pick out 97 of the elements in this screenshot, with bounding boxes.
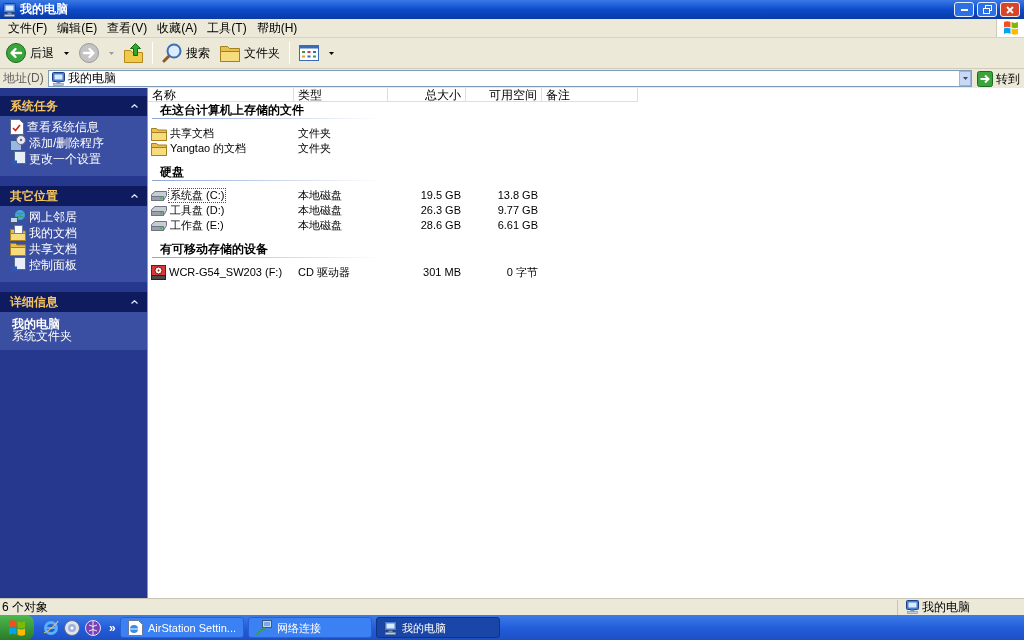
- network-icon: [256, 619, 272, 636]
- minimize-icon: [960, 8, 968, 11]
- status-location: 我的电脑: [922, 599, 970, 615]
- file-type: 本地磁盘: [298, 189, 342, 202]
- computer-icon: [384, 620, 397, 635]
- details-name: 我的电脑: [12, 318, 60, 330]
- hard-drive-icon: [151, 190, 167, 201]
- free-space: 0 字节: [506, 266, 538, 279]
- file-type: 本地磁盘: [298, 204, 342, 217]
- task-link[interactable]: 控制面板: [10, 257, 77, 273]
- hard-drive-icon: [151, 220, 167, 231]
- column-header[interactable]: 类型: [294, 88, 388, 102]
- back-button[interactable]: 后退: [4, 40, 71, 66]
- cd-drive-icon: [151, 265, 166, 280]
- column-header[interactable]: 总大小: [388, 88, 466, 102]
- task-link[interactable]: 网上邻居: [10, 209, 77, 225]
- total-size: 301 MB: [423, 266, 461, 279]
- folder-icon: [151, 141, 167, 156]
- go-button[interactable]: 转到: [975, 69, 1022, 88]
- overflow-button[interactable]: »: [109, 620, 116, 635]
- flag-logo-icon: [1003, 21, 1018, 35]
- file-name[interactable]: 工具盘 (D:): [168, 203, 227, 218]
- file-type: CD 驱动器: [298, 266, 350, 279]
- column-header[interactable]: 名称: [148, 88, 294, 102]
- hard-drive-icon: [151, 205, 167, 216]
- details-description: 系统文件夹: [12, 330, 72, 342]
- file-name[interactable]: 共享文档: [168, 126, 216, 141]
- section-header[interactable]: 系统任务: [0, 96, 147, 116]
- search-icon: [162, 43, 182, 63]
- address-field[interactable]: 我的电脑: [47, 70, 972, 87]
- task-link[interactable]: 共享文档: [10, 241, 77, 257]
- task-link[interactable]: 我的文档: [10, 225, 77, 241]
- task-link[interactable]: 查看系统信息: [10, 119, 99, 135]
- folders-button[interactable]: 文件夹: [218, 40, 282, 66]
- menu-item[interactable]: 编辑(E): [52, 19, 103, 37]
- taskbar-button[interactable]: 我的电脑: [376, 617, 500, 638]
- globe-icon[interactable]: [85, 619, 101, 636]
- flag-logo-icon: [9, 619, 25, 636]
- free-space: 13.8 GB: [497, 189, 538, 202]
- column-header[interactable]: 备注: [542, 88, 638, 102]
- file-name[interactable]: 工作盘 (E:): [168, 218, 226, 233]
- restore-icon: [982, 5, 992, 14]
- group-heading: 有可移动存储的设备: [160, 242, 268, 257]
- menu-item[interactable]: 查看(V): [102, 19, 153, 37]
- folder-icon: [220, 44, 240, 62]
- close-icon: [1006, 5, 1014, 14]
- group-heading: 在这台计算机上存储的文件: [160, 103, 304, 118]
- section-header[interactable]: 详细信息: [0, 292, 147, 312]
- total-size: 19.5 GB: [420, 189, 461, 202]
- file-type: 本地磁盘: [298, 219, 342, 232]
- folder-icon: [151, 126, 167, 141]
- up-button[interactable]: [122, 40, 145, 66]
- restore-button[interactable]: [977, 2, 997, 17]
- web-page-icon: [128, 619, 143, 636]
- section-header[interactable]: 其它位置: [0, 186, 147, 206]
- page-arrow-icon: [10, 151, 26, 167]
- taskbar-button[interactable]: AirStation Settin...: [120, 617, 244, 638]
- folder-icon: [10, 242, 26, 256]
- taskbar-button[interactable]: 网络连接: [248, 617, 372, 638]
- start-button[interactable]: [0, 615, 34, 640]
- address-label: 地址(D): [3, 70, 45, 87]
- disc-icon[interactable]: [64, 619, 80, 636]
- status-text: 6 个对象: [1, 599, 48, 615]
- file-name[interactable]: WCR-G54_SW203 (F:): [167, 265, 285, 280]
- menu-item[interactable]: 文件(F): [3, 19, 53, 37]
- folder-up-arrow-icon: [124, 43, 143, 63]
- window-title: 我的电脑: [20, 1, 68, 18]
- total-size: 28.6 GB: [420, 219, 461, 232]
- task-link[interactable]: 更改一个设置: [10, 151, 101, 167]
- menu-item[interactable]: 帮助(H): [251, 19, 303, 37]
- computer-icon: [3, 2, 16, 17]
- menu-item[interactable]: 工具(T): [202, 19, 252, 37]
- browser-icon[interactable]: [43, 619, 59, 636]
- file-name[interactable]: Yangtao 的文档: [168, 141, 249, 156]
- dropdown-button[interactable]: [959, 71, 971, 86]
- disc-box-icon: [10, 135, 26, 151]
- free-space: 9.77 GB: [497, 204, 538, 217]
- column-header[interactable]: 可用空间: [466, 88, 542, 102]
- file-name[interactable]: 系统盘 (C:): [168, 188, 227, 203]
- free-space: 6.61 GB: [497, 219, 538, 232]
- caret-down-icon: [962, 77, 968, 80]
- network-globe-icon: [10, 209, 26, 225]
- page-arrow-icon: [10, 257, 26, 273]
- menu-item[interactable]: 收藏(A): [152, 19, 203, 37]
- total-size: 26.3 GB: [420, 204, 461, 217]
- close-button[interactable]: [1000, 2, 1020, 17]
- computer-icon: [906, 600, 919, 614]
- file-type: 文件夹: [298, 142, 331, 155]
- documents-folder-icon: [10, 225, 26, 241]
- task-link[interactable]: 添加/删除程序: [10, 135, 105, 151]
- computer-icon: [51, 71, 65, 86]
- group-heading: 硬盘: [160, 165, 184, 180]
- view-grid-icon: [299, 45, 319, 61]
- search-button[interactable]: 搜索: [160, 40, 212, 66]
- document-check-icon: [10, 119, 24, 135]
- minimize-button[interactable]: [954, 2, 974, 17]
- file-type: 文件夹: [298, 127, 331, 140]
